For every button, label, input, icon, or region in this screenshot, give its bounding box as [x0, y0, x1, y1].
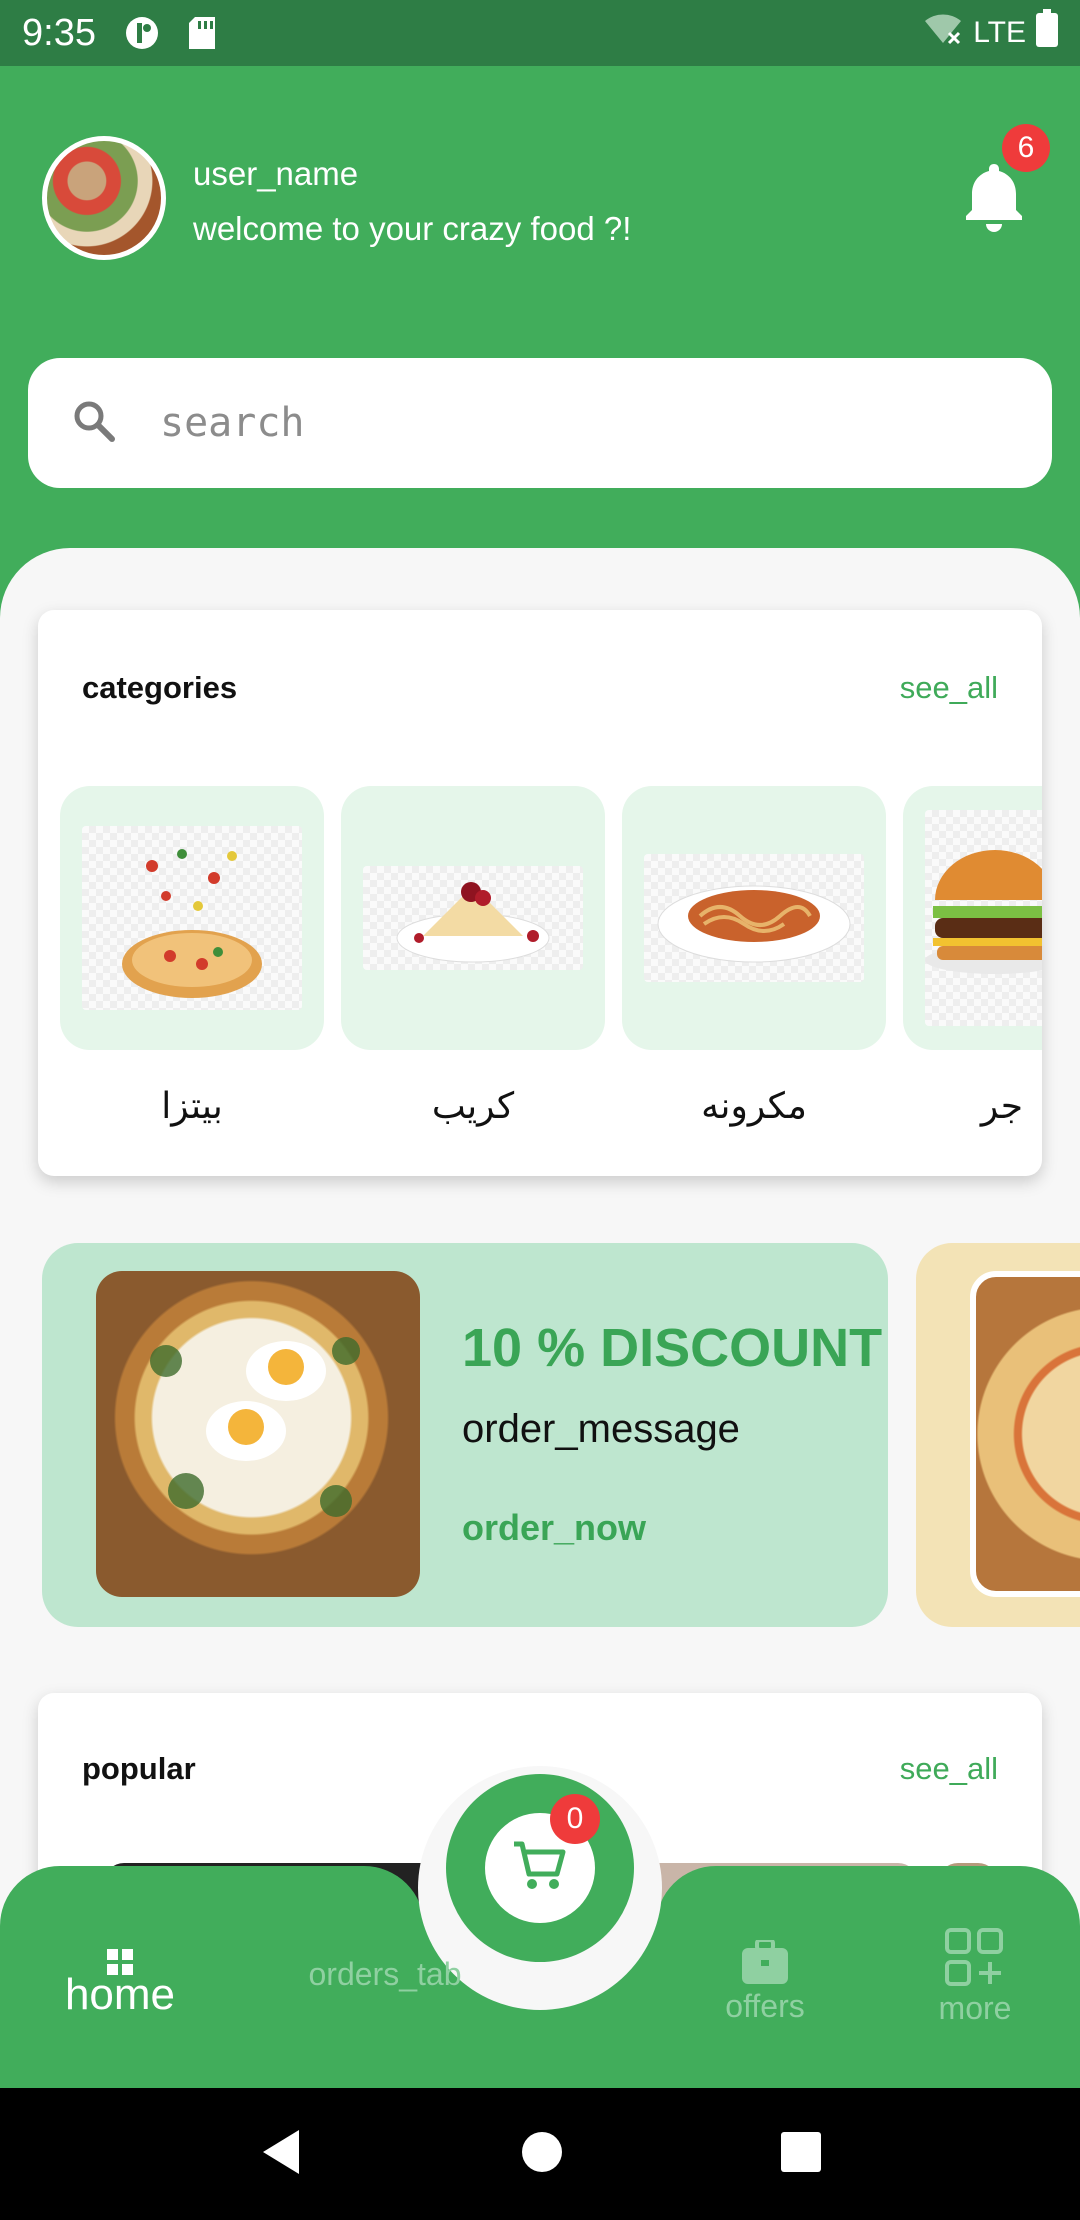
category-item-burger[interactable]: جر: [903, 786, 1042, 1127]
promo-pizza-image: [96, 1271, 420, 1597]
nav-offers-label: offers: [725, 1988, 805, 2024]
pasta-image: [644, 854, 864, 982]
crepe-image: [363, 866, 583, 970]
home-grid-icon: [40, 1936, 200, 1975]
popular-title: popular: [82, 1751, 196, 1786]
search-input[interactable]: [160, 400, 960, 446]
burger-image: [925, 810, 1042, 1026]
app-notification-icon: [124, 15, 160, 51]
bottom-navigation: home orders_tab offers more 0: [0, 1766, 1080, 2088]
nav-more-tab[interactable]: more: [910, 1928, 1040, 2027]
notification-bell-icon[interactable]: [962, 160, 1026, 232]
category-item-pasta[interactable]: مكرونه: [622, 786, 886, 1127]
categories-see-all-link[interactable]: see_all: [900, 670, 998, 706]
nav-home-tab[interactable]: home: [40, 1936, 200, 2020]
user-name: user_name: [193, 155, 359, 192]
promo-banner-next[interactable]: [916, 1243, 1080, 1627]
status-bar: 9:35 LTE: [0, 0, 1080, 66]
category-tile: [60, 786, 324, 1050]
category-label: كريب: [431, 1086, 515, 1127]
search-bar[interactable]: [28, 358, 1052, 488]
status-time: 9:35: [22, 11, 96, 54]
category-item-pizza[interactable]: بيتزا: [60, 786, 324, 1127]
promo-message: order_message: [462, 1407, 740, 1451]
category-label: مكرونه: [701, 1086, 807, 1127]
cart-button[interactable]: [446, 1774, 634, 1962]
search-icon: [70, 397, 118, 450]
categories-card: categories see_all بيتزا كريب مكرونه جر: [38, 610, 1042, 1176]
notification-badge: 6: [1002, 124, 1050, 172]
pizza-image: [82, 826, 302, 1010]
home-circle-icon[interactable]: [521, 2131, 563, 2178]
order-now-button[interactable]: order_now: [462, 1507, 646, 1549]
apps-more-icon: [910, 1928, 1040, 1990]
nav-offers-tab[interactable]: offers: [700, 1938, 830, 2025]
network-type: LTE: [973, 16, 1026, 49]
category-tile: [903, 786, 1042, 1050]
recents-square-icon[interactable]: [781, 2131, 821, 2177]
nav-home-label: home: [64, 1970, 176, 2019]
category-tile: [622, 786, 886, 1050]
promo-pizza-image-2: [970, 1271, 1080, 1597]
promo-banner[interactable]: 10 % DISCOUNT order_message order_now: [42, 1243, 888, 1627]
back-icon[interactable]: [259, 2128, 303, 2181]
system-navigation-bar: [0, 2088, 1080, 2220]
category-label: بيتزا: [161, 1086, 223, 1127]
battery-icon: [1036, 9, 1058, 57]
wifi-off-icon: [923, 11, 963, 55]
sd-card-icon: [184, 15, 220, 51]
category-item-crepe[interactable]: كريب: [341, 786, 605, 1127]
shopping-cart-icon: [512, 1838, 568, 1899]
welcome-message: welcome to your crazy food ?!: [193, 210, 632, 247]
category-label: جر: [980, 1086, 1023, 1127]
nav-orders-label: orders_tab: [308, 1956, 462, 1992]
nav-more-label: more: [938, 1990, 1012, 2026]
promo-title: 10 % DISCOUNT: [462, 1318, 883, 1378]
category-tile: [341, 786, 605, 1050]
categories-title: categories: [82, 670, 238, 705]
user-avatar[interactable]: [42, 136, 166, 260]
cart-count-badge: 0: [550, 1794, 600, 1844]
popular-see-all-link[interactable]: see_all: [900, 1751, 998, 1787]
briefcase-icon: [700, 1938, 830, 1988]
nav-orders-tab[interactable]: orders_tab: [280, 1956, 490, 1993]
